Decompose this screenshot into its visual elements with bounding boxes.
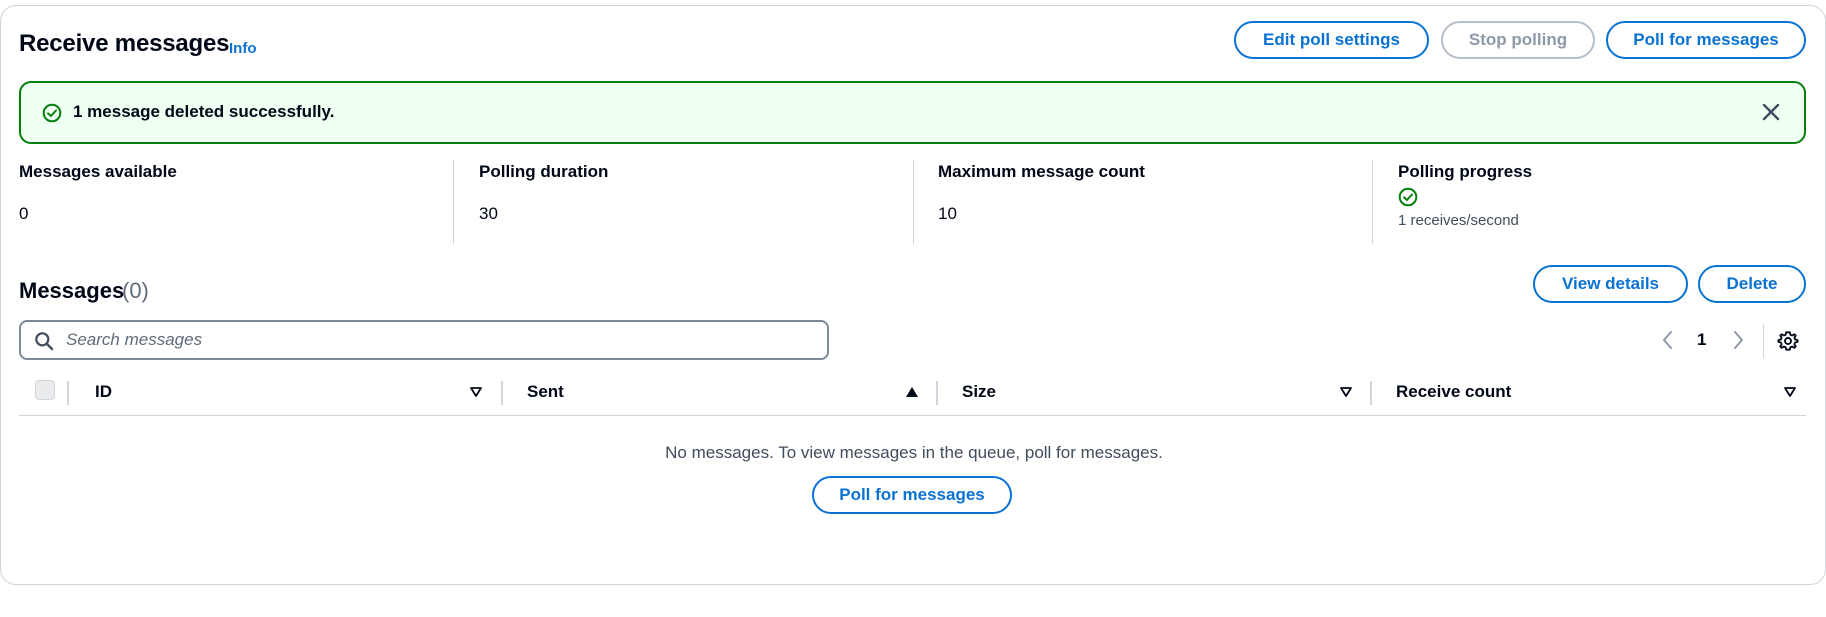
success-flashbar: 1 message deleted successfully. (19, 81, 1806, 144)
stat-maximum-message-count: Maximum message count 10 (938, 162, 1358, 246)
column-separator (501, 381, 503, 405)
sort-ascending-icon (906, 387, 918, 397)
column-separator (1370, 381, 1372, 405)
stat-polling-duration: Polling duration 30 (479, 162, 899, 246)
gear-icon[interactable] (1777, 330, 1799, 352)
column-header-id[interactable]: ID (75, 378, 503, 412)
success-message: 1 message deleted successfully. (73, 102, 335, 121)
chevron-right-icon[interactable] (1729, 329, 1747, 351)
sort-unsorted-icon (1340, 387, 1352, 397)
stat-polling-progress: Polling progress 1 receives/second (1398, 162, 1798, 246)
chevron-left-icon[interactable] (1659, 329, 1677, 351)
column-separator (936, 381, 938, 405)
check-circle-icon (42, 103, 62, 123)
messages-count: (0) (122, 278, 149, 303)
empty-state-poll-button[interactable]: Poll for messages (812, 476, 1012, 514)
edit-poll-settings-button[interactable]: Edit poll settings (1234, 21, 1429, 59)
table-header-row: ID Sent Size Receive count (19, 378, 1806, 416)
delete-button[interactable]: Delete (1698, 265, 1806, 303)
page-number[interactable]: 1 (1697, 330, 1706, 350)
column-header-size[interactable]: Size (944, 378, 1370, 412)
receive-messages-panel: Receive messages Info Edit poll settings… (0, 5, 1826, 585)
stat-label: Polling progress (1398, 162, 1533, 181)
stat-label: Polling duration (479, 162, 609, 181)
view-details-button[interactable]: View details (1533, 265, 1688, 303)
column-header-receive-count[interactable]: Receive count (1378, 378, 1806, 412)
select-all-checkbox[interactable] (35, 380, 55, 400)
column-label: Receive count (1396, 382, 1512, 401)
poll-for-messages-button[interactable]: Poll for messages (1606, 21, 1806, 59)
column-label: Sent (527, 382, 564, 401)
column-label: ID (95, 382, 112, 401)
pagination-divider (1763, 324, 1764, 358)
search-icon (35, 332, 54, 351)
stat-value: 10 (938, 204, 957, 223)
search-input[interactable] (66, 328, 806, 352)
stat-divider (1372, 160, 1373, 244)
stop-polling-button[interactable]: Stop polling (1441, 21, 1595, 59)
stat-messages-available: Messages available 0 (19, 162, 439, 246)
messages-title: Messages (19, 278, 125, 303)
stat-label: Maximum message count (938, 162, 1145, 181)
stat-value: 30 (479, 204, 498, 223)
polling-rate: 1 receives/second (1398, 212, 1519, 229)
page-title: Receive messages (19, 30, 230, 57)
stat-label: Messages available (19, 162, 177, 181)
stat-divider (913, 160, 914, 244)
stat-value: 0 (19, 204, 29, 223)
column-header-sent[interactable]: Sent (509, 378, 935, 412)
sort-unsorted-icon (1784, 387, 1796, 397)
close-icon[interactable] (1760, 101, 1782, 123)
info-link[interactable]: Info (229, 40, 257, 57)
stat-divider (453, 160, 454, 244)
column-separator (67, 381, 69, 405)
check-circle-icon (1398, 187, 1418, 207)
column-label: Size (962, 382, 997, 401)
empty-state-text: No messages. To view messages in the que… (665, 443, 1163, 462)
search-field (19, 320, 829, 360)
sort-unsorted-icon (470, 387, 482, 397)
